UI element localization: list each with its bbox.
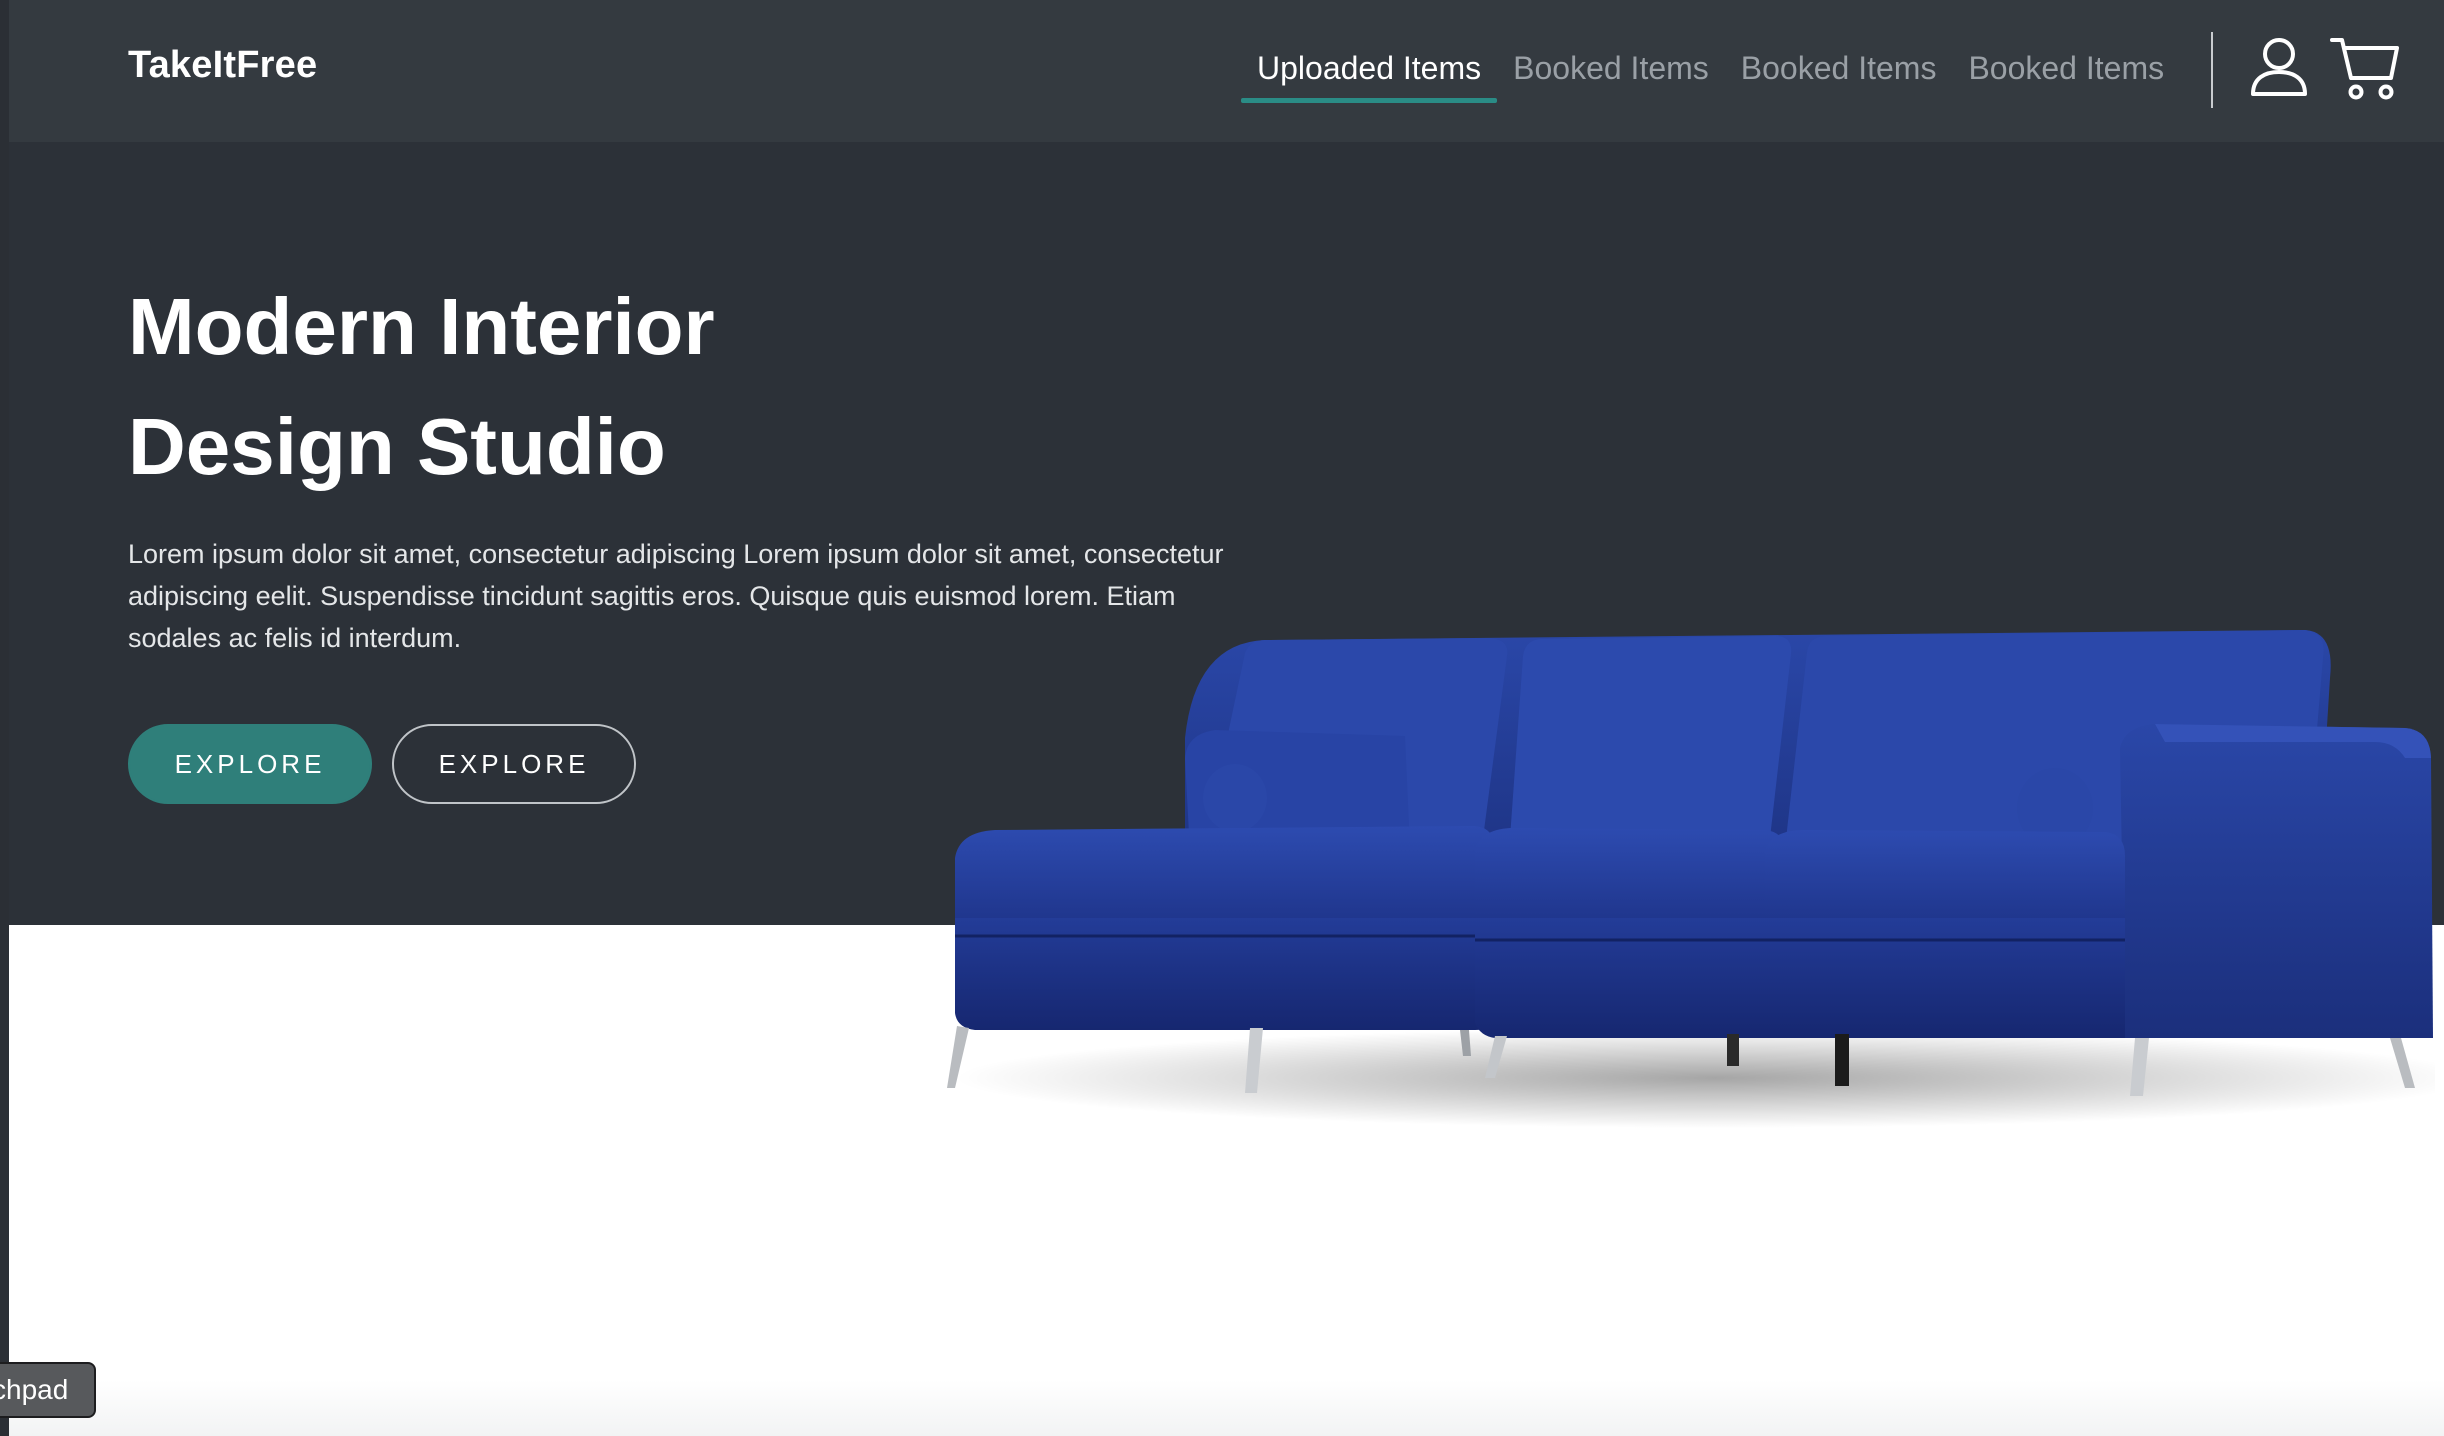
cart-icon[interactable] [2329, 34, 2401, 102]
explore-button-primary[interactable]: EXPLORE [128, 724, 372, 804]
sofa-image [947, 630, 2435, 1128]
user-icon[interactable] [2249, 36, 2309, 98]
explore-button-outline[interactable]: EXPLORE [392, 724, 636, 804]
page: TakeItFree Uploaded Items Booked Items B… [0, 0, 2444, 1436]
nav-link-booked-items-1[interactable]: Booked Items [1497, 50, 1725, 87]
page-bottom-fade [9, 1380, 2444, 1436]
nav-link-booked-items-2[interactable]: Booked Items [1725, 50, 1953, 87]
hero-title-line-1: Modern Interior [128, 282, 715, 371]
nav-links: Uploaded Items Booked Items Booked Items… [1241, 0, 2180, 142]
hero-title-line-2: Design Studio [128, 402, 666, 491]
nav-divider [2211, 32, 2213, 108]
navbar: TakeItFree Uploaded Items Booked Items B… [9, 0, 2444, 142]
nav-link-uploaded-items[interactable]: Uploaded Items [1241, 50, 1498, 103]
window-edge [0, 0, 9, 1436]
dock-tooltip: chpad [0, 1362, 96, 1418]
nav-link-booked-items-3[interactable]: Booked Items [1952, 50, 2180, 87]
hero-title: Modern Interior Design Studio [128, 267, 1028, 507]
brand-logo[interactable]: TakeItFree [128, 44, 317, 87]
